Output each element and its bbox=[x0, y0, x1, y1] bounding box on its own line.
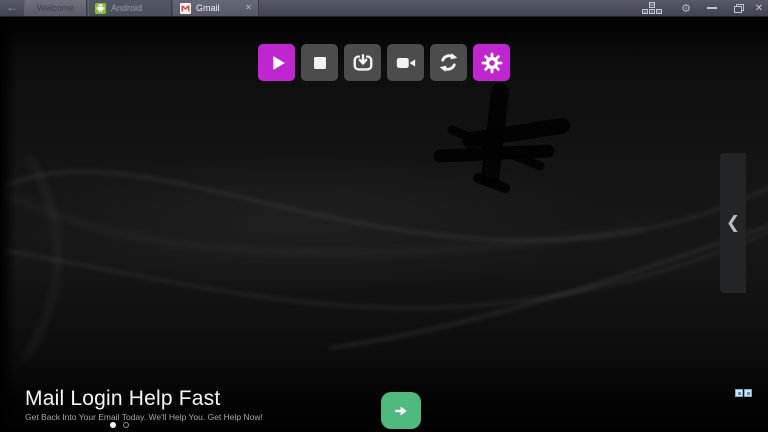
keyboard-keys-icon: W A S D bbox=[642, 2, 663, 15]
tab-close-icon[interactable]: ✕ bbox=[239, 4, 252, 12]
key-d: D bbox=[656, 9, 662, 15]
restore-button[interactable] bbox=[730, 0, 748, 16]
chevron-left-icon: ❮ bbox=[726, 213, 740, 233]
tab-welcome[interactable]: Welcome bbox=[24, 0, 87, 16]
ad-next-button[interactable] bbox=[381, 392, 421, 429]
settings-titlebar-button[interactable]: ⚙ bbox=[678, 0, 694, 16]
ad-subtitle: Get Back Into Your Email Today. We'll He… bbox=[25, 412, 263, 422]
ad-badge-icon[interactable] bbox=[744, 389, 752, 397]
key-a: A bbox=[642, 9, 648, 15]
arrow-right-icon bbox=[392, 402, 410, 420]
gmail-icon bbox=[180, 3, 191, 14]
install-apk-button[interactable] bbox=[344, 44, 381, 81]
close-icon: ✕ bbox=[755, 3, 763, 14]
android-icon bbox=[95, 3, 106, 14]
tab-gmail-label: Gmail bbox=[196, 3, 220, 13]
settings-button[interactable] bbox=[473, 44, 510, 81]
sidebar-collapse-tab[interactable]: ❮ bbox=[720, 153, 746, 293]
key-s: S bbox=[649, 9, 655, 15]
back-button[interactable]: ← bbox=[3, 0, 21, 16]
dot-active[interactable] bbox=[110, 422, 116, 428]
wallpaper-waves bbox=[0, 18, 768, 432]
emulator-screen: ❮ Mail Login Help Fast Get Back Into You… bbox=[0, 18, 768, 432]
back-arrow-icon: ← bbox=[6, 0, 18, 14]
keymapping-button[interactable]: W A S D bbox=[640, 0, 664, 16]
sync-button[interactable] bbox=[430, 44, 467, 81]
restore-icon bbox=[734, 4, 744, 13]
carousel-dots bbox=[110, 422, 129, 428]
emulator-window: ← Welcome Android bbox=[0, 0, 768, 432]
key-w: W bbox=[649, 2, 655, 8]
close-window-button[interactable]: ✕ bbox=[750, 0, 768, 16]
sync-icon bbox=[437, 51, 460, 74]
play-icon bbox=[266, 52, 288, 74]
title-bar: ← Welcome Android bbox=[0, 0, 768, 17]
gear-icon: ⚙ bbox=[681, 2, 691, 15]
record-video-button[interactable] bbox=[387, 44, 424, 81]
tab-android-label: Android bbox=[111, 3, 142, 13]
play-button[interactable] bbox=[258, 44, 295, 81]
dot-inactive[interactable] bbox=[123, 422, 129, 428]
ad-badge-icon[interactable] bbox=[735, 389, 743, 397]
left-edge-shadow bbox=[0, 18, 16, 432]
tab-android[interactable]: Android bbox=[88, 0, 172, 16]
install-apk-icon bbox=[352, 52, 374, 74]
tab-gmail[interactable]: Gmail ✕ bbox=[173, 0, 259, 16]
ad-choice-badges[interactable] bbox=[735, 389, 752, 397]
gear-icon bbox=[480, 51, 504, 75]
ad-title: Mail Login Help Fast bbox=[25, 387, 220, 411]
video-camera-icon bbox=[395, 52, 417, 74]
stop-icon bbox=[309, 52, 331, 74]
minimize-button[interactable] bbox=[703, 0, 721, 16]
minimize-icon bbox=[707, 7, 717, 9]
tab-welcome-label: Welcome bbox=[37, 3, 74, 13]
stop-button[interactable] bbox=[301, 44, 338, 81]
